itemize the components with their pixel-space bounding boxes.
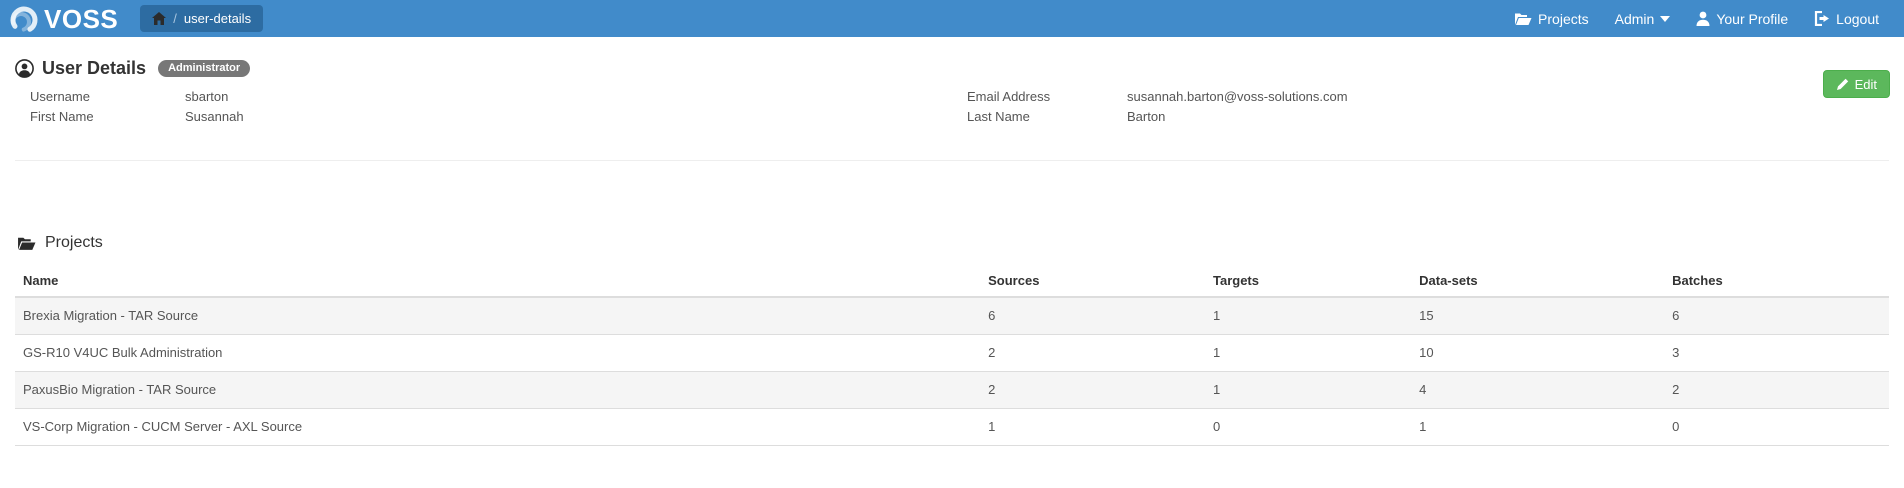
edit-button[interactable]: Edit <box>1822 70 1890 98</box>
nav-item-label: Projects <box>1538 10 1589 27</box>
projects-table-header-row: Name Sources Targets Data-sets Batches <box>15 264 1889 298</box>
projects-title-text: Projects <box>45 234 103 251</box>
field-value: Barton <box>1127 109 1166 124</box>
cell-datasets: 1 <box>1411 407 1665 445</box>
section-divider <box>15 160 1889 161</box>
nav-item-label: Your Profile <box>1716 10 1789 27</box>
column-header-sources[interactable]: Sources <box>980 264 1205 298</box>
cell-sources: 2 <box>980 370 1205 408</box>
field-value: sbarton <box>185 89 229 104</box>
cell-batches: 3 <box>1664 333 1889 371</box>
field-email: Email Address susannah.barton@voss-solut… <box>952 87 1889 107</box>
voss-swirl-icon <box>6 1 42 37</box>
cell-targets: 0 <box>1205 407 1412 445</box>
logout-icon <box>1814 11 1830 26</box>
field-last-name: Last Name Barton <box>952 107 1889 127</box>
breadcrumb-current: user-details <box>183 11 252 26</box>
edit-button-label: Edit <box>1854 76 1877 92</box>
pencil-icon <box>1836 78 1849 91</box>
role-badge: Administrator <box>158 60 251 77</box>
cell-sources: 1 <box>980 407 1205 445</box>
field-label: First Name <box>30 109 94 124</box>
page-title-text: User Details <box>42 58 147 78</box>
user-icon <box>1696 11 1710 26</box>
column-header-name[interactable]: Name <box>15 264 981 298</box>
cell-name: GS-R10 V4UC Bulk Administration <box>15 333 981 371</box>
projects-section-title: Projects <box>15 234 1889 252</box>
cell-batches: 0 <box>1664 407 1889 445</box>
nav-item-label: Logout <box>1836 10 1879 27</box>
cell-targets: 1 <box>1205 333 1412 371</box>
brand-text: VOSS <box>44 3 119 34</box>
nav-item-label: Admin <box>1614 10 1655 27</box>
projects-table: Name Sources Targets Data-sets Batches B… <box>15 264 1889 446</box>
nav-item-logout[interactable]: Logout <box>1801 0 1892 37</box>
voss-logo[interactable]: VOSS <box>6 1 118 37</box>
user-details-header: User Details Administrator <box>15 58 1889 79</box>
cell-batches: 6 <box>1672 308 1680 324</box>
cell-sources: 2 <box>980 333 1205 371</box>
cell-name: VS-Corp Migration - CUCM Server - AXL So… <box>15 407 981 445</box>
cell-targets: 1 <box>1213 308 1221 324</box>
field-first-name: First Name Susannah <box>15 107 952 127</box>
cell-targets: 1 <box>1205 370 1412 408</box>
cell-batches: 2 <box>1664 370 1889 408</box>
folder-open-icon <box>1514 12 1532 26</box>
breadcrumb[interactable]: / user-details <box>140 5 264 32</box>
table-row[interactable]: GS-R10 V4UC Bulk Administration 2 1 10 3 <box>15 333 1889 371</box>
cell-datasets: 15 <box>1419 308 1434 324</box>
user-circle-icon <box>15 59 34 78</box>
cell-datasets: 4 <box>1411 370 1665 408</box>
field-username: Username sbarton <box>15 87 952 107</box>
cell-datasets: 10 <box>1411 333 1665 371</box>
field-value: Susannah <box>185 109 244 124</box>
column-header-targets[interactable]: Targets <box>1205 264 1412 298</box>
cell-sources: 6 <box>988 308 996 324</box>
user-fields: Username sbarton First Name Susannah Ema… <box>15 87 1889 127</box>
top-navbar: VOSS / user-details Projects Admin Your … <box>0 0 1904 37</box>
field-label: Last Name <box>967 109 1030 124</box>
field-label: Username <box>30 89 90 104</box>
nav-item-admin[interactable]: Admin <box>1602 0 1684 37</box>
cell-name: PaxusBio Migration - TAR Source <box>15 370 981 408</box>
cell-name: Brexia Migration - TAR Source <box>23 308 199 324</box>
table-row[interactable]: PaxusBio Migration - TAR Source 2 1 4 2 <box>15 370 1889 408</box>
field-value: susannah.barton@voss-solutions.com <box>1127 89 1348 104</box>
nav-item-projects[interactable]: Projects <box>1501 0 1602 37</box>
folder-open-dark-icon <box>17 236 36 251</box>
nav-item-your-profile[interactable]: Your Profile <box>1683 0 1801 37</box>
column-header-batches[interactable]: Batches <box>1664 264 1889 298</box>
table-row[interactable]: VS-Corp Migration - CUCM Server - AXL So… <box>15 407 1889 445</box>
home-icon <box>152 12 167 25</box>
breadcrumb-separator: / <box>173 11 177 26</box>
main-content: User Details Administrator Edit Username… <box>0 37 1904 446</box>
page-title: User Details <box>15 58 146 79</box>
table-row[interactable]: Brexia Migration - TAR Source 6 1 15 6 <box>15 297 1889 334</box>
column-header-datasets[interactable]: Data-sets <box>1411 264 1665 298</box>
field-label: Email Address <box>967 89 1051 104</box>
caret-down-icon <box>1660 15 1671 22</box>
